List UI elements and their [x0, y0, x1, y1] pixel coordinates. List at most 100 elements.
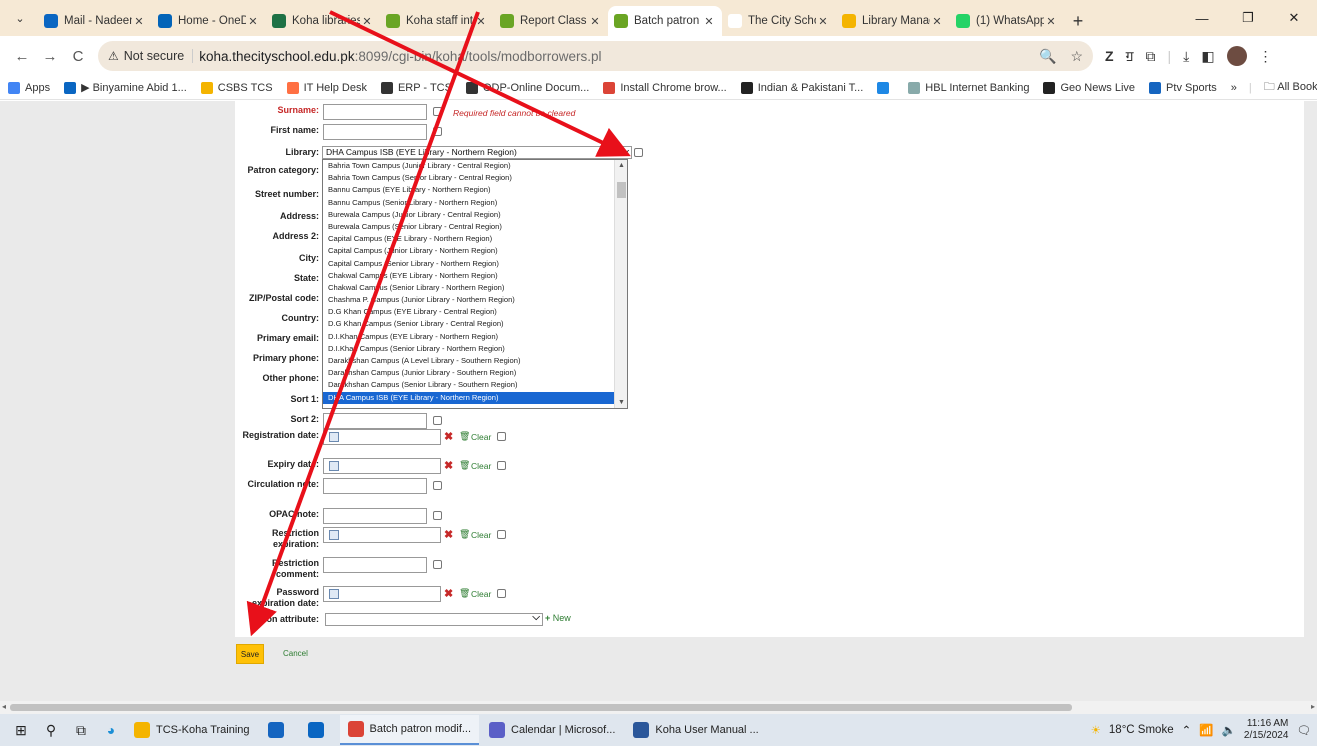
library-option[interactable]: Darakhshan Campus (A Level Library - Sou… [323, 355, 627, 367]
scroll-left-icon[interactable]: ◂ [2, 702, 6, 711]
text-input[interactable] [323, 557, 427, 573]
clear-checkbox[interactable] [433, 560, 442, 569]
bookmark-item[interactable]: Apps [8, 81, 50, 94]
patron-attribute-select[interactable]: ⌵ [325, 612, 543, 626]
network-icon[interactable]: 📶 [1199, 723, 1213, 737]
date-input[interactable] [323, 429, 441, 445]
library-option[interactable]: D.G Khan Campus (Senior Library - Centra… [323, 318, 627, 330]
site-security-chip[interactable]: ⚠ Not secure [108, 49, 194, 63]
library-option[interactable]: D.I.Khan Campus (EYE Library - Northern … [323, 331, 627, 343]
taskbar-app[interactable] [300, 715, 338, 745]
tray-chevron-icon[interactable]: ⌃ [1182, 723, 1192, 737]
zotero-extension-icon[interactable]: Z [1105, 48, 1114, 64]
reload-icon[interactable]: C [64, 42, 92, 70]
library-option[interactable]: Capital Campus (EYE Library - Northern R… [323, 233, 627, 245]
edge-icon[interactable]: ◕ [96, 715, 126, 745]
tab-close-icon[interactable]: ✕ [132, 15, 146, 28]
library-option[interactable]: Bahria Town Campus (Senior Library - Cen… [323, 172, 627, 184]
cancel-link[interactable]: Cancel [283, 649, 308, 658]
library-select[interactable]: DHA Campus ISB (EYE Library - Northern R… [322, 146, 632, 159]
browser-tab[interactable]: Mail - Nadeem ✕ [38, 6, 152, 36]
browser-tab[interactable]: Library Manag ✕ [836, 6, 950, 36]
downloads-icon[interactable]: ⤓ [1183, 48, 1189, 65]
scroll-up-icon[interactable]: ▲ [618, 162, 625, 169]
library-option[interactable]: Bannu Campus (Senior Library - Northern … [323, 197, 627, 209]
browser-tab[interactable]: The City Schoo✕ [722, 6, 836, 36]
browser-tab[interactable]: (1) WhatsApp ✕ [950, 6, 1064, 36]
clear-date-link[interactable]: Clear [471, 461, 491, 471]
bookmark-item[interactable]: HBL Internet Banking [908, 81, 1029, 94]
clear-checkbox[interactable] [497, 432, 506, 441]
bookmark-item[interactable]: ▶ Binyamine Abid 1... [64, 81, 187, 94]
trash-icon[interactable]: 🗑 [459, 431, 470, 442]
close-window-icon[interactable]: ✕ [1271, 0, 1317, 36]
restore-icon[interactable]: ❐ [1225, 0, 1271, 36]
bookmark-item[interactable]: Indian & Pakistani T... [740, 81, 863, 94]
horizontal-scrollbar[interactable]: ◂ ▸ [0, 701, 1317, 714]
remove-date-icon[interactable]: ✖ [444, 587, 453, 600]
new-tab-icon[interactable]: + [1064, 6, 1092, 36]
library-option[interactable]: Bannu Campus (EYE Library - Northern Reg… [323, 184, 627, 196]
bookmark-item[interactable] [877, 81, 894, 94]
extensions-puzzle-icon[interactable]: ⧉ [1145, 48, 1155, 65]
library-option[interactable]: D.I.Khan Campus (Senior Library - Northe… [323, 343, 627, 355]
library-option[interactable]: D.G Khan Campus (EYE Library - Central R… [323, 306, 627, 318]
bookmark-item[interactable]: Install Chrome brow... [603, 81, 727, 94]
text-input[interactable] [323, 124, 427, 140]
translate-extension-icon[interactable]: ॻ [1126, 47, 1134, 66]
clear-checkbox[interactable] [497, 589, 506, 598]
library-option[interactable]: Capital Campus (Senior Library - Norther… [323, 258, 627, 270]
clear-checkbox[interactable] [433, 107, 442, 116]
calendar-icon[interactable] [329, 432, 339, 442]
calendar-icon[interactable] [329, 461, 339, 471]
dropdown-scrollbar[interactable]: ▲ ▼ [614, 160, 627, 408]
trash-icon[interactable]: 🗑 [459, 588, 470, 599]
trash-icon[interactable]: 🗑 [459, 460, 470, 471]
library-option[interactable]: Darakhshan Campus (Junior Library - Sout… [323, 367, 627, 379]
date-input[interactable] [323, 527, 441, 543]
clock[interactable]: 11:16 AM 2/15/2024 [1244, 718, 1289, 742]
volume-icon[interactable]: 🔈 [1222, 723, 1236, 737]
all-bookmarks[interactable]: 🗀 All Bookmarks [1264, 78, 1317, 97]
bookmark-item[interactable]: Ptv Sports [1149, 81, 1217, 94]
tab-close-icon[interactable]: ✕ [360, 15, 374, 28]
bookmark-star-icon[interactable]: ☆ [1070, 48, 1083, 65]
task-view-icon[interactable]: ⧉ [66, 715, 96, 745]
tab-close-icon[interactable]: ✕ [588, 15, 602, 28]
tab-close-icon[interactable]: ✕ [702, 15, 716, 28]
clear-date-link[interactable]: Clear [471, 432, 491, 442]
address-bar[interactable]: ⚠ Not secure koha.thecityschool.edu.pk :… [98, 41, 1093, 71]
text-input[interactable] [323, 104, 427, 120]
date-input[interactable] [323, 586, 441, 602]
forward-icon[interactable]: → [36, 42, 64, 70]
windows-start-icon[interactable]: ⊞ [6, 715, 36, 745]
tab-close-icon[interactable]: ✕ [246, 15, 260, 28]
weather-icon[interactable]: ☀ [1091, 723, 1101, 737]
minimize-icon[interactable]: — [1179, 0, 1225, 36]
browser-tab[interactable]: Home - OneDr ✕ [152, 6, 266, 36]
tab-close-icon[interactable]: ✕ [1044, 15, 1058, 28]
zoom-icon[interactable]: 🔍 [1039, 48, 1056, 65]
bookmark-item[interactable]: Geo News Live [1043, 81, 1135, 94]
save-button[interactable]: Save [236, 644, 264, 664]
bookmark-item[interactable]: ODP-Online Docum... [465, 81, 589, 94]
tab-search-icon[interactable]: ⌄ [6, 4, 34, 32]
library-option[interactable]: Chakwal Campus (EYE Library - Northern R… [323, 270, 627, 282]
browser-tab[interactable]: Koha staff inte ✕ [380, 6, 494, 36]
library-clear-checkbox[interactable] [634, 148, 643, 157]
trash-icon[interactable]: 🗑 [459, 529, 470, 540]
clear-checkbox[interactable] [497, 461, 506, 470]
more-bookmarks-icon[interactable]: » [1231, 82, 1237, 94]
tab-close-icon[interactable]: ✕ [816, 15, 830, 28]
scroll-right-icon[interactable]: ▸ [1311, 702, 1315, 711]
library-option[interactable]: Darakhshan Campus (Senior Library - Sout… [323, 379, 627, 391]
clear-checkbox[interactable] [433, 127, 442, 136]
tab-close-icon[interactable]: ✕ [930, 15, 944, 28]
taskbar-app[interactable] [260, 715, 298, 745]
clear-date-link[interactable]: Clear [471, 589, 491, 599]
calendar-icon[interactable] [329, 530, 339, 540]
clear-checkbox[interactable] [433, 481, 442, 490]
clear-date-link[interactable]: Clear [471, 530, 491, 540]
browser-tab[interactable]: Batch patron m✕ [608, 6, 722, 36]
bookmark-item[interactable]: ERP - TCS [380, 81, 452, 94]
